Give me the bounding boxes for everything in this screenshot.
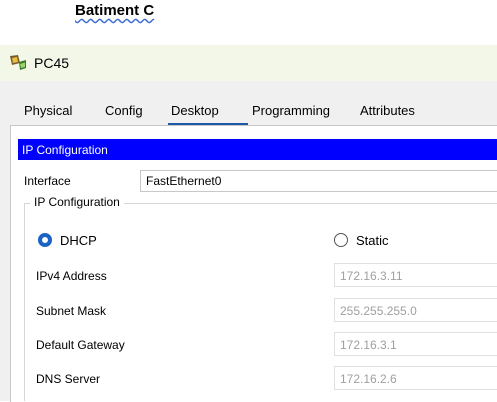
interface-value: FastEthernet0 [146,174,222,188]
subnet-mask-value: 255.255.255.0 [340,304,417,318]
tab-programming[interactable]: Programming [252,103,330,118]
pc-device-icon [10,55,26,70]
ipv4-address-value: 172.16.3.11 [340,269,403,283]
tab-attributes[interactable]: Attributes [360,103,415,118]
tab-desktop[interactable]: Desktop [171,103,219,118]
subnet-mask-label: Subnet Mask [36,304,107,318]
window-titlebar: PC45 [0,45,497,81]
window-title: PC45 [34,55,70,71]
default-gateway-label: Default Gateway [36,338,125,352]
tab-physical[interactable]: Physical [24,103,72,118]
static-radio-label[interactable]: Static [356,233,389,248]
ipv4-address-label: IPv4 Address [36,269,107,283]
interface-label: Interface [24,174,71,188]
dhcp-radio[interactable] [38,233,52,247]
dns-server-label: DNS Server [36,372,101,386]
tab-config[interactable]: Config [105,103,143,118]
ip-config-header-label: IP Configuration [22,143,108,157]
ip-config-header: IP Configuration [18,139,497,160]
dhcp-radio-label[interactable]: DHCP [60,233,97,248]
tab-bar: Physical Config Desktop Programming Attr… [10,88,497,126]
ip-config-group-label: IP Configuration [30,195,124,209]
dns-server-value: 172.16.2.6 [340,372,397,386]
static-radio[interactable] [334,233,348,247]
group-border-left [24,203,25,401]
default-gateway-value: 172.16.3.1 [340,338,397,352]
page-heading: Batiment C [75,2,155,19]
